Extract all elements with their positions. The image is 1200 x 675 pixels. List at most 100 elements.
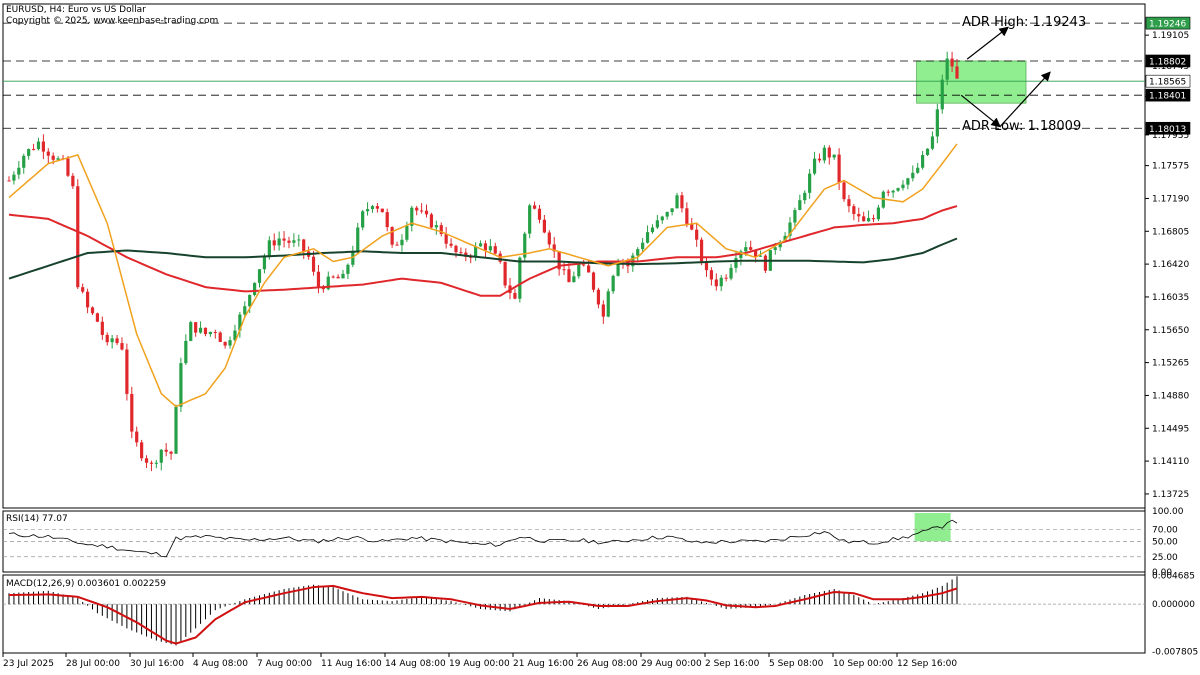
candle-bear [390, 227, 394, 245]
candle-bear [567, 269, 571, 283]
candle-bull [346, 264, 350, 274]
candle-bear [311, 256, 316, 272]
candle-bull [925, 148, 930, 156]
candle-bear [149, 462, 154, 464]
candle-bull [808, 173, 812, 193]
candle-bear [46, 151, 50, 156]
y-tick-label: 1.16035 [1152, 293, 1189, 303]
candle-bull [911, 172, 915, 179]
x-tick-label: 29 Aug 00:00 [641, 659, 702, 669]
y-tick-label: 1.14495 [1152, 424, 1189, 434]
y-tick-label: 1.15650 [1152, 326, 1189, 336]
candle-bull [891, 190, 895, 193]
candle-bull [675, 195, 679, 209]
candle-bear [85, 291, 90, 308]
candle-bear [537, 208, 542, 220]
candle-bear [714, 279, 718, 287]
candle-bear [415, 207, 419, 211]
candle-bull [17, 167, 21, 175]
candle-bear [375, 206, 379, 209]
candle-bull [341, 273, 345, 279]
candle-bull [611, 275, 615, 292]
candle-bear [135, 431, 139, 443]
candle-bear [144, 458, 149, 463]
candle-bull [729, 267, 733, 279]
candle-bear [493, 246, 497, 254]
adr-target-zone [916, 60, 1027, 104]
candle-bear [542, 219, 546, 233]
candle-bear [837, 154, 841, 183]
candle-bull [179, 363, 183, 407]
x-tick-label: 23 Jul 2025 [3, 659, 54, 669]
candle-bear [862, 216, 866, 222]
y-tick-label: 1.14110 [1152, 457, 1189, 467]
candle-bear [950, 58, 954, 67]
x-tick-label: 4 Aug 08:00 [193, 659, 248, 669]
candle-bull [606, 291, 610, 317]
ma-fast-line [8, 143, 958, 408]
candle-bear [71, 175, 75, 187]
y-tick-label: 1.19105 [1152, 31, 1189, 41]
y-tick-label: 1.16805 [1152, 227, 1189, 237]
candle-bear [429, 214, 434, 228]
candle-bull [370, 206, 375, 210]
candle-bull [921, 155, 925, 168]
candle-bull [208, 332, 212, 335]
candle-bear [140, 442, 144, 459]
price-label-text: 1.18401 [1149, 92, 1186, 102]
candle-bear [680, 195, 684, 209]
candle-bull [636, 249, 640, 256]
candle-bull [248, 294, 252, 307]
candle-bear [547, 232, 551, 245]
candle-bull [257, 269, 262, 283]
candle-bear [685, 208, 689, 224]
candle-bear [76, 186, 80, 288]
candle-bull [22, 155, 26, 168]
x-tick-label: 19 Aug 00:00 [449, 659, 510, 669]
candle-bear [420, 210, 424, 212]
price-label-text: 1.18565 [1149, 78, 1186, 88]
candle-bull [719, 277, 723, 287]
candle-bull [822, 147, 826, 161]
candle-bull [252, 282, 257, 295]
candle-bear [331, 276, 335, 278]
candle-bull [356, 227, 360, 252]
candle-bull [773, 247, 777, 251]
rsi-tick-label: 100.00 [1152, 507, 1184, 517]
candle-bull [645, 232, 650, 243]
candle-bull [930, 136, 935, 149]
candle-bear [380, 208, 384, 213]
price-label-text: 1.19246 [1149, 20, 1186, 30]
candle-bear [7, 180, 11, 182]
candle-bear [302, 239, 306, 252]
candle-bull [405, 225, 409, 240]
candle-bear [459, 252, 463, 254]
x-tick-label: 14 Aug 08:00 [385, 659, 446, 669]
candle-bear [827, 147, 831, 158]
candle-bull [365, 209, 370, 212]
candle-bear [130, 393, 134, 432]
macd-tick-label: 0.004685 [1152, 572, 1195, 582]
candle-bear [955, 66, 959, 79]
candle-bull [198, 327, 203, 333]
chart-title: EURUSD, H4: Euro vs US Dollar [6, 5, 146, 15]
candle-bear [272, 240, 276, 246]
candle-bear [454, 245, 458, 253]
candle-bear [871, 218, 876, 220]
candle-bull [901, 184, 905, 189]
candle-bear [596, 289, 601, 305]
candle-bull [650, 227, 655, 233]
candle-bull [577, 264, 581, 277]
candle-bull [518, 257, 522, 299]
x-tick-label: 30 Jul 16:00 [130, 659, 184, 669]
candle-bull [189, 322, 193, 341]
candle-bull [228, 340, 232, 346]
y-tick-label: 1.15265 [1152, 359, 1189, 369]
candle-bull [655, 220, 659, 228]
chart-canvas: 1.191051.187451.183851.179351.175751.171… [2, 3, 1198, 669]
candle-bear [587, 265, 591, 273]
candle-bull [400, 239, 404, 246]
candle-bull [832, 154, 836, 158]
candle-bear [100, 321, 104, 335]
candle-bear [51, 155, 55, 160]
